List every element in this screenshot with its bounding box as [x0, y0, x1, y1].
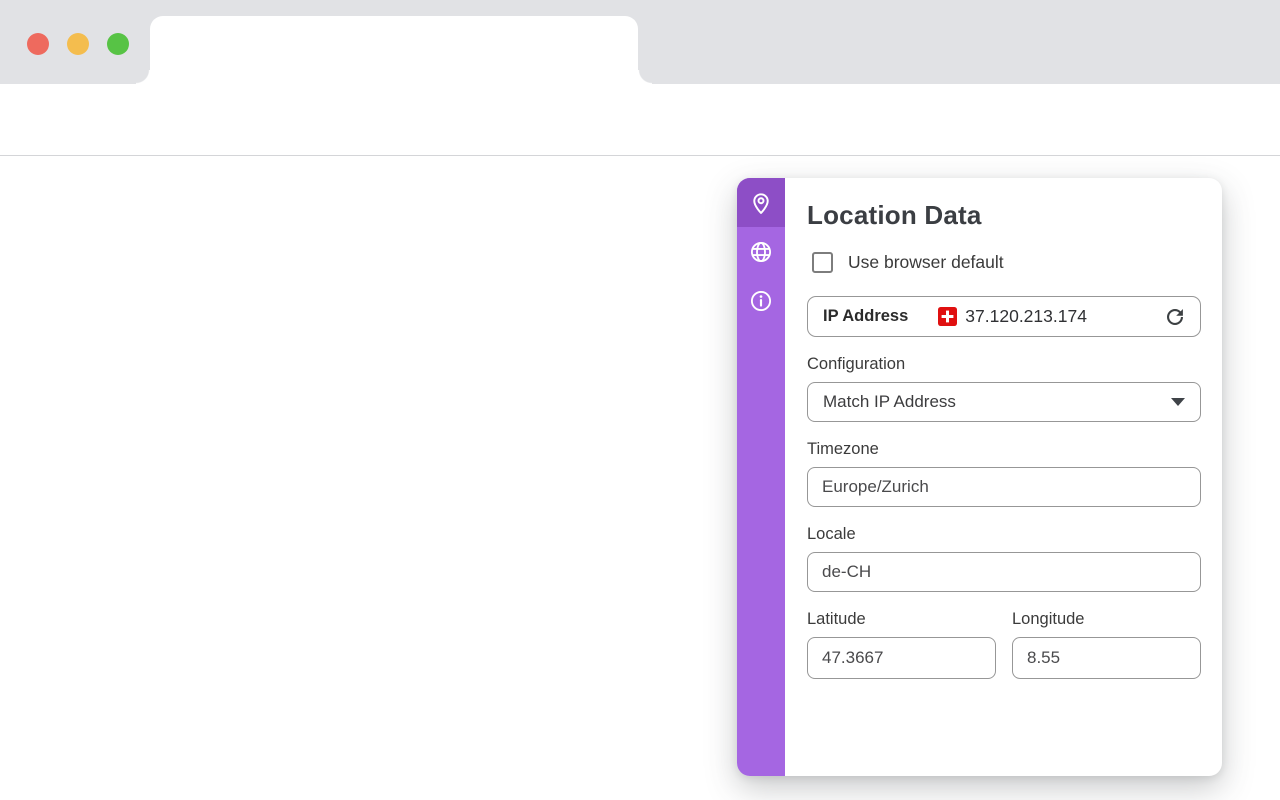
- sidebar-item-location[interactable]: [737, 178, 785, 227]
- chevron-down-icon: [1171, 398, 1185, 406]
- use-browser-default-row: Use browser default: [807, 252, 1201, 273]
- tab-flare-left: [136, 70, 150, 84]
- sidebar-item-network[interactable]: [737, 227, 785, 276]
- popup-body: Location Data Use browser default IP Add…: [785, 178, 1222, 776]
- longitude-label: Longitude: [1012, 610, 1201, 629]
- window-close-button[interactable]: [27, 33, 49, 55]
- latitude-column: Latitude: [807, 592, 996, 679]
- configuration-selected-value: Match IP Address: [823, 392, 956, 412]
- latitude-input[interactable]: [807, 637, 996, 679]
- longitude-column: Longitude: [1012, 592, 1201, 679]
- longitude-input[interactable]: [1012, 637, 1201, 679]
- refresh-ip-button[interactable]: [1163, 305, 1187, 329]
- tab-flare-right: [638, 70, 652, 84]
- window-minimize-button[interactable]: [67, 33, 89, 55]
- browser-title-bar: [0, 0, 1280, 84]
- window-maximize-button[interactable]: [107, 33, 129, 55]
- coordinates-row: Latitude Longitude: [807, 592, 1201, 679]
- swiss-flag-icon: [938, 307, 957, 326]
- latitude-label: Latitude: [807, 610, 996, 629]
- browser-tab[interactable]: [150, 16, 638, 84]
- configuration-select[interactable]: Match IP Address: [807, 382, 1201, 422]
- info-icon: [748, 288, 774, 314]
- location-data-popup: Location Data Use browser default IP Add…: [737, 178, 1222, 776]
- refresh-icon: [1163, 305, 1187, 329]
- locale-input[interactable]: [807, 552, 1201, 592]
- ip-address-label: IP Address: [823, 307, 908, 326]
- browser-toolbar: [0, 84, 1280, 156]
- timezone-label: Timezone: [807, 440, 1201, 459]
- ip-address-box: IP Address 37.120.213.174: [807, 296, 1201, 337]
- globe-icon: [748, 239, 774, 265]
- locale-label: Locale: [807, 525, 1201, 544]
- timezone-input[interactable]: [807, 467, 1201, 507]
- sidebar-item-info[interactable]: [737, 276, 785, 325]
- configuration-label: Configuration: [807, 355, 1201, 374]
- popup-sidebar: [737, 178, 785, 776]
- use-browser-default-checkbox[interactable]: [812, 252, 833, 273]
- use-browser-default-label: Use browser default: [848, 252, 1004, 273]
- window-controls: [27, 33, 129, 55]
- location-pin-icon: [748, 190, 774, 216]
- ip-address-value: 37.120.213.174: [965, 306, 1087, 327]
- popup-title: Location Data: [807, 200, 1201, 231]
